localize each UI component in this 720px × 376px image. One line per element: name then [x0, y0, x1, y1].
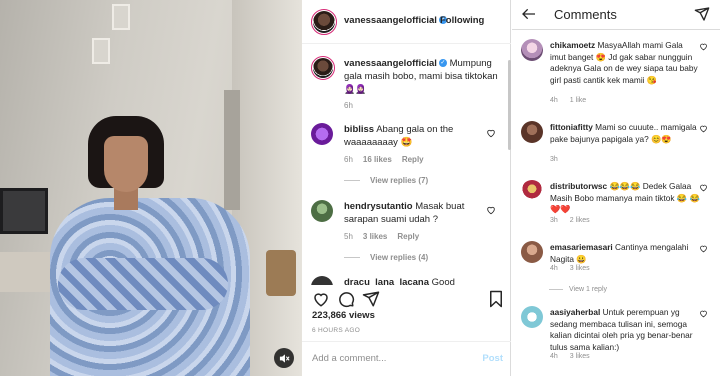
post-panel: vanessaangelofficial ✓ • Following vaness…: [302, 0, 511, 376]
comment-text: hendrysutantio Masak buat sarapan suami …: [344, 201, 484, 226]
view-count[interactable]: 223,866 views: [312, 310, 375, 321]
video-person-face: [104, 136, 148, 192]
comment-meta: 5h 3 likes Reply: [344, 232, 429, 241]
comment-timestamp[interactable]: 6h: [344, 155, 353, 164]
avatar[interactable]: [313, 11, 335, 33]
comment-timestamp[interactable]: 4h: [550, 97, 558, 104]
comment-text: distributorwsc 😂😂😂 Dedek Galaa Masih Bob…: [550, 181, 700, 216]
comment-timestamp[interactable]: 4h: [550, 353, 558, 360]
post-author-username[interactable]: vanessaangelofficial: [344, 15, 437, 26]
comment-text: chikamoetz MasyaAllah mami Gala imut ban…: [550, 40, 700, 86]
avatar-story-ring[interactable]: [311, 56, 335, 80]
heart-icon[interactable]: [486, 205, 496, 215]
comment-timestamp[interactable]: 4h: [550, 265, 558, 272]
comment-username[interactable]: hendrysutantio: [344, 201, 413, 212]
comment-likes[interactable]: 3 likes: [363, 232, 387, 241]
video-television: [0, 188, 48, 234]
comment-text: emasariemasari Cantinya mengalahi Nagita…: [550, 242, 700, 265]
view-replies-button[interactable]: View replies (7): [344, 176, 428, 185]
muted-speaker-icon[interactable]: [274, 348, 294, 368]
comment-meta: 3h: [550, 156, 570, 163]
comment-meta: 4h 1 like: [550, 97, 598, 104]
heart-icon[interactable]: [699, 309, 708, 318]
reply-button[interactable]: Reply: [397, 232, 419, 241]
video-person-arms: [58, 258, 228, 310]
caption-emoji: 🧕🏻🧕🏻: [344, 84, 367, 94]
comment-likes[interactable]: 2 likes: [570, 217, 590, 224]
share-icon[interactable]: [362, 290, 380, 308]
view-replies-button[interactable]: View replies (4): [344, 253, 428, 262]
heart-icon[interactable]: [699, 42, 708, 51]
avatar[interactable]: [521, 121, 543, 143]
avatar[interactable]: [313, 58, 333, 78]
comment-text: aasiyaherbal Untuk perempuan yg sedang m…: [550, 307, 700, 353]
heart-icon[interactable]: [486, 128, 496, 138]
comment-timestamp[interactable]: 5h: [344, 232, 353, 241]
comments-panel: Comments chikamoetz MasyaAllah mami Gala…: [512, 0, 720, 376]
avatar[interactable]: [521, 180, 543, 202]
video-wall-frame: [92, 38, 110, 64]
comment-input[interactable]: [312, 353, 462, 364]
comment-timestamp[interactable]: 3h: [550, 156, 558, 163]
caption-text: vanessaangelofficial ✓ Mumpung gala masih…: [344, 58, 504, 97]
comment-likes[interactable]: 1 like: [570, 97, 586, 104]
avatar[interactable]: [521, 39, 543, 61]
comment-body: Good: [429, 277, 455, 285]
instagram-post-view: vanessaangelofficial ✓ • Following vaness…: [0, 0, 720, 376]
comment-username[interactable]: fittoniafitty: [550, 122, 593, 132]
share-icon[interactable]: [694, 6, 710, 22]
following-button[interactable]: Following: [440, 15, 484, 26]
video-doorway: [224, 90, 240, 210]
avatar[interactable]: [311, 123, 333, 145]
heart-icon[interactable]: [699, 183, 708, 192]
post-comment-button[interactable]: Post: [482, 353, 503, 364]
avatar[interactable]: [521, 306, 543, 328]
comment-meta: 4h 3 likes: [550, 265, 602, 272]
avatar[interactable]: [311, 200, 333, 222]
avatar[interactable]: [311, 276, 333, 285]
comment-likes[interactable]: 3 likes: [570, 353, 590, 360]
comment-likes[interactable]: 3 likes: [570, 265, 590, 272]
header-separator: •: [431, 15, 435, 25]
avatar[interactable]: [521, 241, 543, 263]
comment-meta: 6h 16 likes Reply: [344, 155, 434, 164]
verified-badge-icon: ✓: [438, 59, 447, 68]
caption-username[interactable]: vanessaangelofficial: [344, 58, 437, 69]
comment-username[interactable]: emasariemasari: [550, 242, 613, 252]
back-arrow-icon[interactable]: [521, 6, 537, 22]
bookmark-icon[interactable]: [487, 290, 505, 308]
reply-button[interactable]: Reply: [402, 155, 424, 164]
comment-text: fittoniafitty Mami so cuuute.. mamigala …: [550, 122, 700, 145]
post-comments-scroll[interactable]: vanessaangelofficial ✓ Mumpung gala masih…: [302, 45, 511, 285]
comment-meta: 3h 2 likes: [550, 217, 602, 224]
comment-username[interactable]: distributorwsc: [550, 181, 607, 191]
comment-username[interactable]: dracu_lana_lacana: [344, 277, 429, 285]
post-timestamp[interactable]: 6 HOURS AGO: [312, 327, 360, 334]
heart-icon[interactable]: [699, 244, 708, 253]
caption-timestamp[interactable]: 6h: [344, 101, 353, 110]
comment-username[interactable]: chikamoetz: [550, 40, 595, 50]
comment-username[interactable]: bibliss: [344, 124, 374, 135]
add-comment-bar: Post: [302, 341, 511, 376]
comment-text: bibliss Abang gala on the waaaaaaaay 🤩: [344, 124, 484, 149]
video-wall-frame: [112, 4, 130, 30]
comment-meta: 4h 3 likes: [550, 353, 602, 360]
comment-timestamp[interactable]: 3h: [550, 217, 558, 224]
heart-icon[interactable]: [699, 124, 708, 133]
post-header: vanessaangelofficial ✓ • Following: [302, 0, 511, 44]
comments-title: Comments: [554, 7, 617, 22]
heart-icon[interactable]: [312, 290, 330, 308]
comment-text: dracu_lana_lacana Good: [344, 277, 484, 285]
avatar-story-ring[interactable]: [311, 9, 337, 35]
post-video[interactable]: [0, 0, 302, 376]
comments-header: Comments: [512, 0, 720, 30]
comments-scrollbar[interactable]: [508, 60, 511, 150]
comment-username[interactable]: aasiyaherbal: [550, 307, 600, 317]
comment-likes[interactable]: 16 likes: [363, 155, 392, 164]
video-plant: [266, 250, 296, 296]
comment-icon[interactable]: [337, 290, 355, 308]
view-replies-button[interactable]: View 1 reply: [549, 286, 607, 293]
